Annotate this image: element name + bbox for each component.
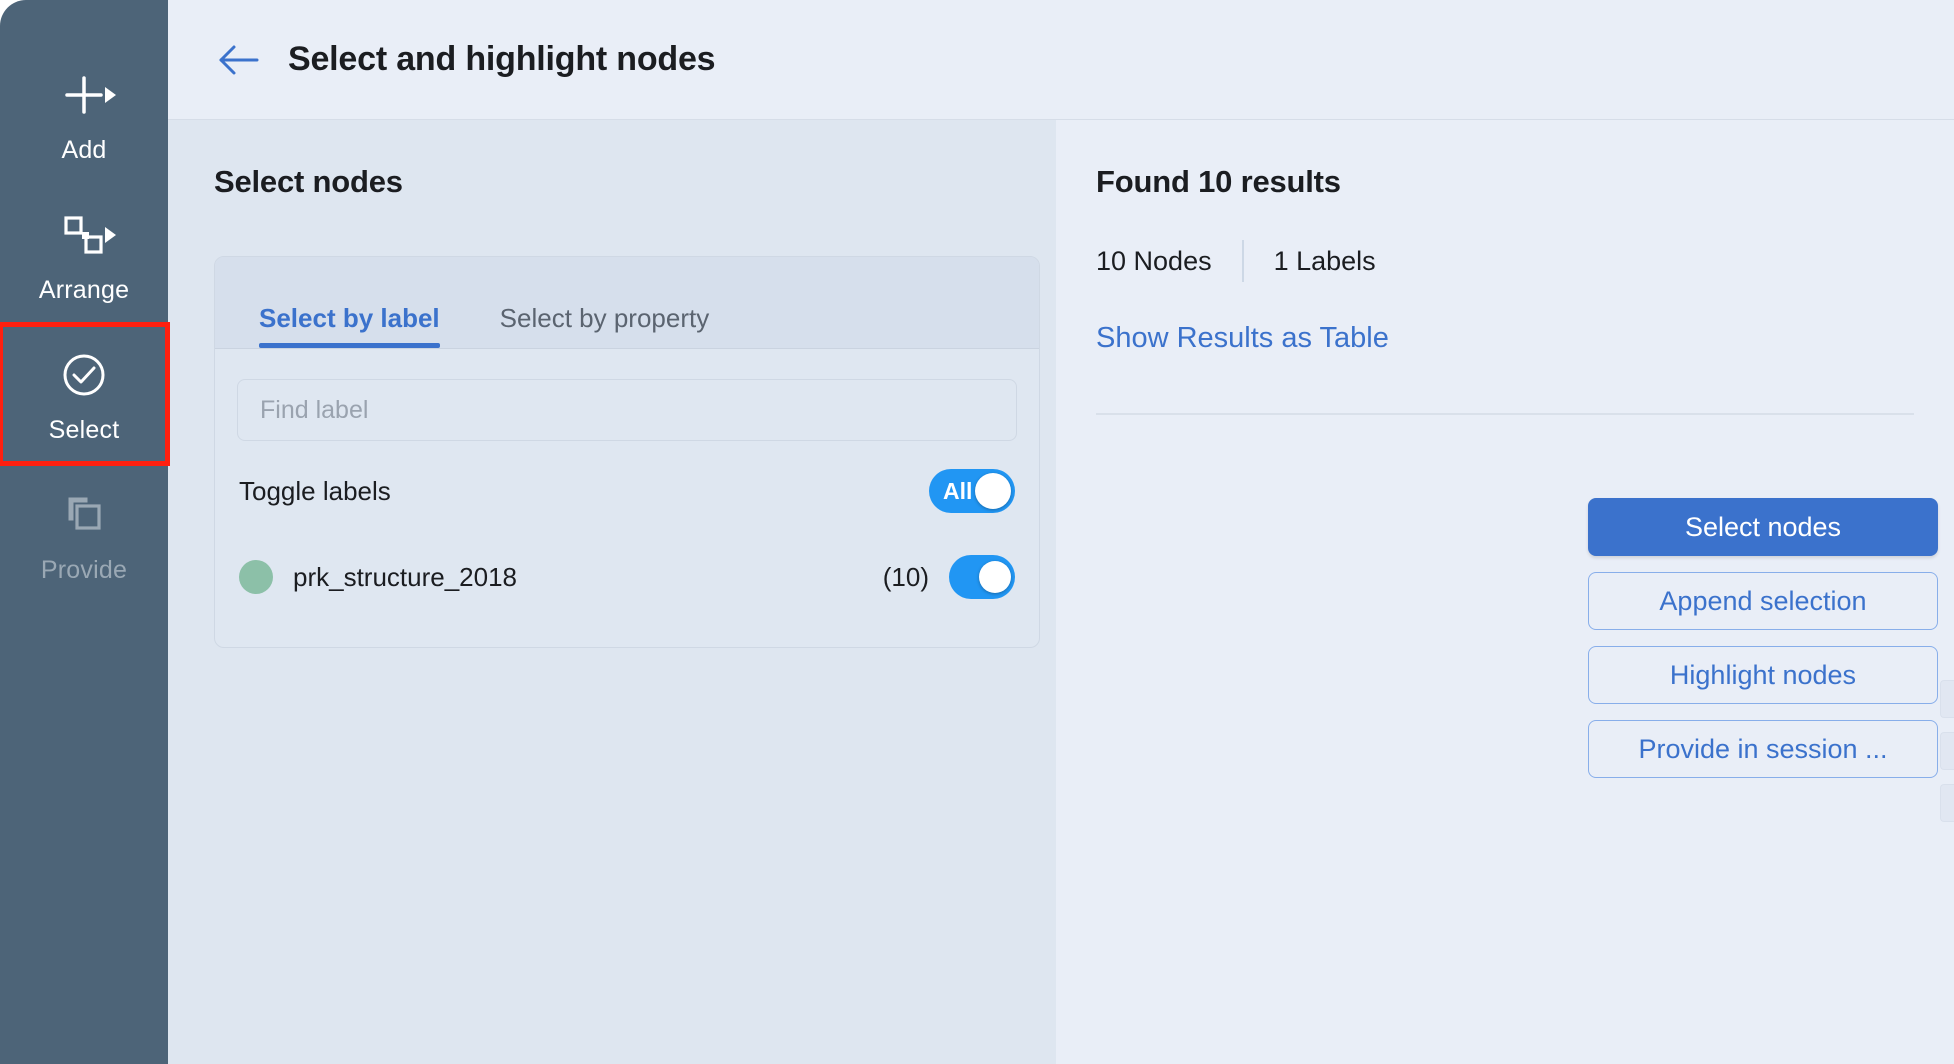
labels-count: 1 Labels [1273, 245, 1376, 276]
edge-chip [1940, 784, 1954, 822]
page-header: Select and highlight nodes [168, 0, 1954, 120]
select-card: Select by label Select by property Toggl… [214, 256, 1040, 648]
provide-glyph-wrap [0, 486, 168, 544]
tab-label: Select by label [259, 303, 440, 333]
label-row-right: (10) [883, 555, 1015, 599]
results-heading: Found 10 results [1096, 164, 1341, 199]
sidebar-item-label: Add [61, 135, 107, 164]
label-count: (10) [882, 561, 929, 592]
tab-label: Select by property [499, 303, 710, 333]
select-nodes-pane: Select nodes Select by label Select by p… [168, 120, 1056, 1064]
edge-chip [1940, 732, 1954, 770]
action-buttons: Select nodes Append selection Highlight … [1588, 498, 1938, 778]
label-row-left: prk_structure_2018 [239, 560, 517, 594]
sidebar-item-add[interactable]: Add [0, 44, 168, 184]
arrange-squares-icon [64, 215, 103, 254]
toggle-all-switch[interactable]: All [929, 469, 1015, 513]
select-nodes-button[interactable]: Select nodes [1588, 498, 1938, 556]
sidebar-item-provide: Provide [0, 464, 168, 604]
find-label-input[interactable] [237, 379, 1017, 441]
switch-knob [979, 561, 1011, 593]
sidebar-item-select[interactable]: Select [0, 322, 170, 466]
clipped-edge-widgets [1940, 680, 1954, 836]
toggle-labels-left: Toggle labels [239, 476, 391, 507]
tab-select-by-label[interactable]: Select by label [259, 303, 440, 348]
result-counts: 10 Nodes 1 Labels [1096, 240, 1914, 282]
copy-layers-icon [68, 497, 101, 530]
app-root: Add Arrange Select Provide Select and hi… [0, 0, 1954, 1064]
select-glyph-wrap [0, 346, 168, 404]
highlight-nodes-button[interactable]: Highlight nodes [1588, 646, 1938, 704]
switch-knob [975, 473, 1011, 509]
select-card-body: Toggle labels All prk_structure_2018 [215, 349, 1039, 647]
toggle-labels-right: All [929, 469, 1015, 513]
label-row: prk_structure_2018 (10) [237, 541, 1017, 613]
toggle-labels-row: Toggle labels All [237, 455, 1017, 527]
sidebar-item-label: Provide [40, 555, 128, 584]
tab-select-by-property[interactable]: Select by property [500, 303, 710, 348]
select-nodes-heading: Select nodes [214, 164, 403, 199]
arrow-left-icon [219, 45, 259, 74]
sidebar-item-label: Select [48, 415, 120, 444]
show-results-as-table-link[interactable]: Show Results as Table [1096, 322, 1389, 355]
edge-chip [1940, 680, 1954, 718]
toggle-labels-label: Toggle labels [239, 475, 391, 506]
sidebar-item-label: Arrange [38, 275, 130, 304]
nodes-count: 10 Nodes [1096, 245, 1212, 276]
label-toggle-switch[interactable] [949, 555, 1015, 599]
add-glyph-wrap [0, 66, 168, 124]
results-divider [1096, 413, 1914, 415]
check-circle-icon [63, 354, 105, 395]
page-title: Select and highlight nodes [288, 40, 716, 78]
provide-in-session-button[interactable]: Provide in session ... [1588, 720, 1938, 778]
toggle-all-switch-text: All [943, 477, 973, 504]
caret-right-icon [105, 226, 116, 243]
left-icon-rail: Add Arrange Select Provide [0, 0, 170, 1064]
append-selection-button[interactable]: Append selection [1588, 572, 1938, 630]
label-color-dot [239, 560, 273, 594]
counts-divider [1241, 240, 1244, 282]
arrange-glyph-wrap [0, 206, 168, 264]
label-name: prk_structure_2018 [293, 561, 518, 592]
plus-icon [65, 75, 103, 114]
back-button[interactable] [216, 37, 262, 83]
caret-right-icon [105, 86, 116, 103]
select-tabs: Select by label Select by property [215, 257, 1039, 349]
sidebar-item-arrange[interactable]: Arrange [0, 184, 168, 324]
results-pane: Found 10 results 10 Nodes 1 Labels Show … [1056, 120, 1954, 1064]
